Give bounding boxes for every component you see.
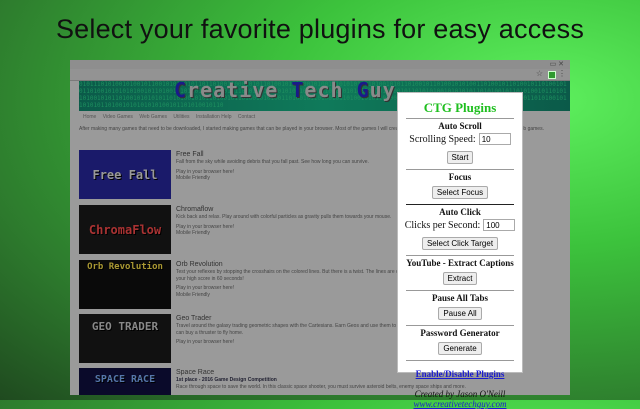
generate-button[interactable]: Generate bbox=[438, 342, 482, 355]
game-thumbnail[interactable]: Free Fall bbox=[79, 150, 171, 199]
pause-tabs-heading: Pause All Tabs bbox=[431, 293, 489, 303]
logo-t: T bbox=[291, 81, 305, 102]
logo-c: C bbox=[174, 81, 188, 102]
scroll-speed-input[interactable] bbox=[478, 133, 511, 145]
game-desc: Fall from the sky while avoiding debris … bbox=[176, 159, 369, 165]
clicks-per-second-input[interactable] bbox=[483, 219, 516, 231]
site-nav: Home Video Games Web Games Utilities Ins… bbox=[83, 114, 260, 120]
logo-reative: reative bbox=[187, 81, 292, 102]
website-link[interactable]: www.creativetechguy.com bbox=[398, 399, 522, 409]
nav-video-games[interactable]: Video Games bbox=[103, 114, 133, 120]
focus-heading: Focus bbox=[448, 172, 472, 182]
ctg-plugins-popup: CTG Plugins Auto Scroll Scrolling Speed:… bbox=[397, 92, 523, 409]
select-focus-button[interactable]: Select Focus bbox=[431, 186, 489, 199]
clicks-per-second-label: Clicks per Second: bbox=[404, 219, 481, 231]
game-title: Free Fall bbox=[176, 151, 204, 158]
enable-disable-plugins-link[interactable]: Enable/Disable Plugins bbox=[398, 369, 522, 379]
nav-contact[interactable]: Contact bbox=[238, 114, 255, 120]
youtube-captions-heading: YouTube - Extract Captions bbox=[406, 258, 514, 268]
nav-installation-help[interactable]: Installation Help bbox=[196, 114, 232, 120]
logo-g: G bbox=[356, 81, 370, 102]
auto-click-heading: Auto Click bbox=[439, 207, 481, 217]
site-logo[interactable]: Creative Tech Guy bbox=[174, 81, 396, 100]
window-controls[interactable]: ▭ ✕ bbox=[550, 60, 564, 68]
logo-ech: ech bbox=[304, 81, 357, 102]
credit-text: Created by Jason O'Neill bbox=[414, 389, 506, 399]
game-thumbnail[interactable]: ChromaFlow bbox=[79, 205, 171, 254]
ctg-extension-icon[interactable] bbox=[548, 71, 556, 79]
scroll-speed-label: Scrolling Speed: bbox=[409, 133, 476, 145]
extract-button[interactable]: Extract bbox=[442, 272, 478, 285]
auto-scroll-heading: Auto Scroll bbox=[438, 121, 482, 131]
popup-title: CTG Plugins bbox=[423, 100, 497, 115]
logo-uy: uy bbox=[369, 81, 396, 102]
nav-utilities[interactable]: Utilities bbox=[173, 114, 189, 120]
mobile-label: Mobile Friendly bbox=[176, 230, 210, 236]
game-thumbnail[interactable]: GEO TRADER bbox=[79, 314, 171, 363]
browser-toolbar: ☆ ⋮ bbox=[70, 69, 570, 81]
game-title: Chromaflow bbox=[176, 206, 214, 213]
title-bar: ▭ ✕ bbox=[70, 60, 570, 69]
nav-home[interactable]: Home bbox=[83, 114, 96, 120]
start-scroll-button[interactable]: Start bbox=[446, 151, 474, 164]
menu-icon[interactable]: ⋮ bbox=[558, 69, 566, 78]
select-click-target-button[interactable]: Select Click Target bbox=[421, 237, 499, 250]
bookmark-star-icon[interactable]: ☆ bbox=[536, 69, 543, 78]
headline: Select your favorite plugins for easy ac… bbox=[55, 14, 585, 44]
game-desc: Kick back and relax. Play around with co… bbox=[176, 214, 392, 220]
pause-all-button[interactable]: Pause All bbox=[438, 307, 482, 320]
game-thumbnail[interactable]: Orb Revolution bbox=[79, 260, 171, 309]
password-generator-heading: Password Generator bbox=[420, 328, 500, 338]
nav-web-games[interactable]: Web Games bbox=[139, 114, 167, 120]
mobile-label: Mobile Friendly bbox=[176, 175, 210, 181]
game-thumbnail[interactable]: SPACE RACE bbox=[79, 368, 171, 395]
